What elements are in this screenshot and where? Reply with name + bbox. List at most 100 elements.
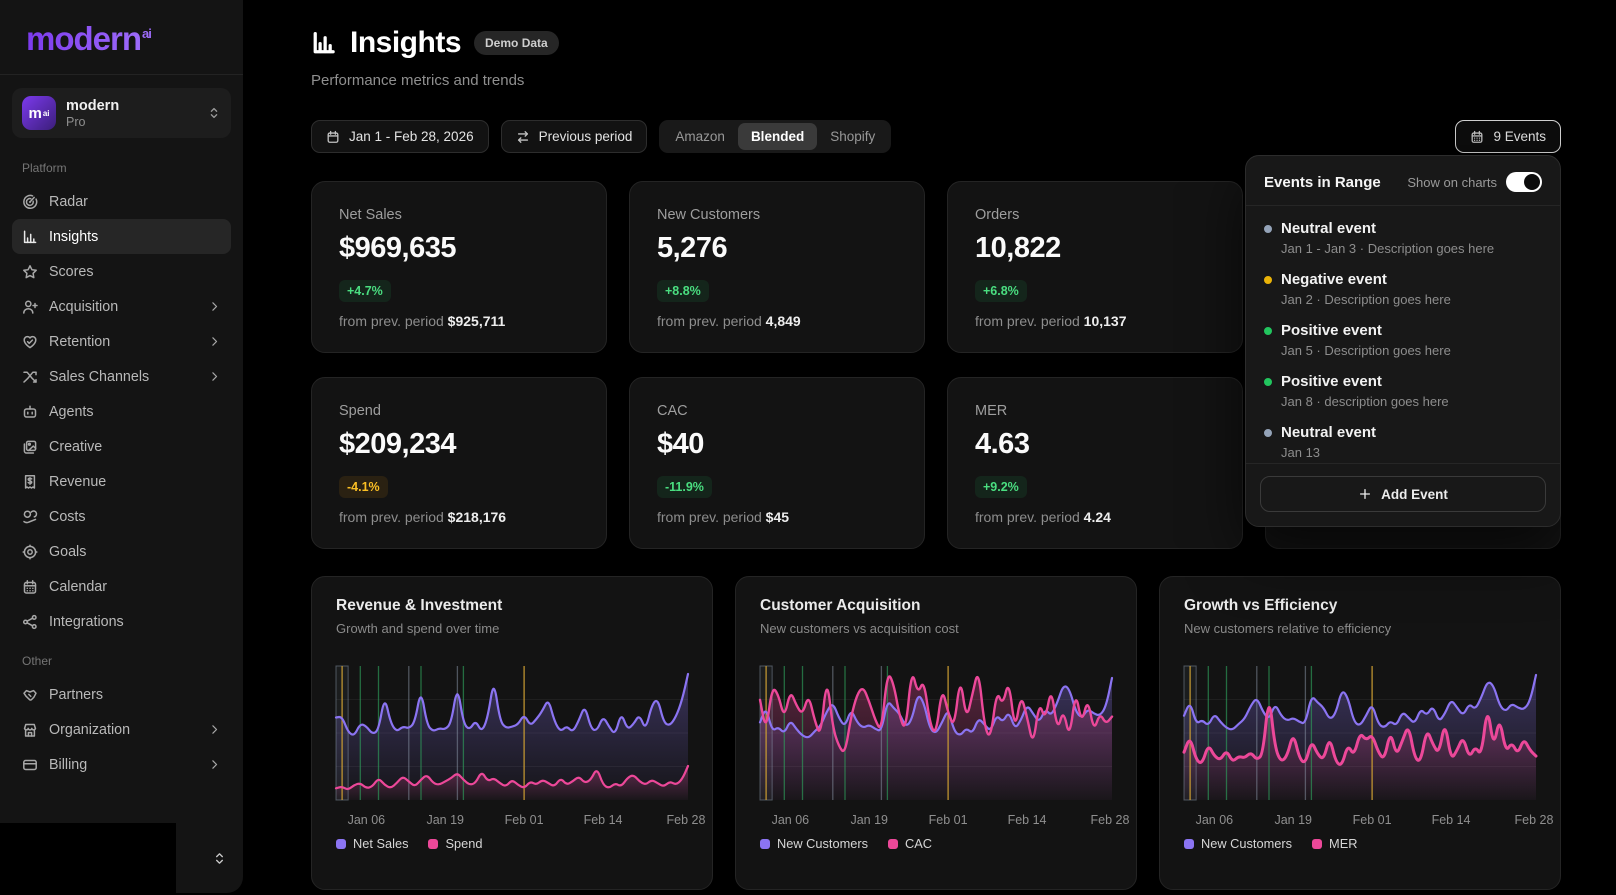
sidebar-item-label: Scores: [49, 264, 94, 280]
sidebar-item-acquisition[interactable]: Acquisition: [12, 289, 231, 324]
sidebar-item-label: Creative: [49, 439, 102, 455]
line-chart: Jan 06Jan 19Feb 01Feb 14Feb 28: [760, 666, 1112, 834]
svg-text:Feb 01: Feb 01: [929, 813, 968, 827]
legend-item-mer: MER: [1312, 836, 1357, 851]
sidebar-item-agents[interactable]: Agents: [12, 394, 231, 429]
kpi-label: CAC: [657, 403, 897, 419]
sidebar-item-scores[interactable]: Scores: [12, 254, 231, 289]
kpi-change-badge: -4.1%: [339, 476, 388, 498]
show-on-charts-label: Show on charts: [1407, 175, 1497, 190]
sidebar-item-radar[interactable]: Radar: [12, 184, 231, 219]
kpi-card-orders: Orders10,822+6.8%from prev. period 10,13…: [947, 181, 1243, 353]
kpi-previous-period: from prev. period 10,137: [975, 313, 1215, 329]
user-plus-icon: [22, 299, 38, 315]
events-button-label: 9 Events: [1493, 129, 1546, 144]
event-item-positive[interactable]: Positive eventJan 8 · description goes h…: [1264, 373, 1542, 409]
add-event-button[interactable]: Add Event: [1260, 476, 1546, 512]
charts-grid: Revenue & InvestmentGrowth and spend ove…: [311, 576, 1561, 890]
star-icon: [22, 264, 38, 280]
compare-period-button[interactable]: Previous period: [501, 120, 648, 153]
sidebar-item-label: Radar: [49, 194, 88, 210]
sidebar-item-billing[interactable]: Billing: [12, 747, 231, 782]
workspace-selector[interactable]: mai modern Pro: [12, 88, 231, 138]
events-list[interactable]: Neutral eventJan 1 - Jan 3 · Description…: [1246, 206, 1560, 463]
receipt-icon: [22, 474, 38, 490]
sidebar-collapse-button[interactable]: [212, 851, 227, 869]
event-title: Positive event: [1281, 373, 1382, 390]
event-meta: Jan 13: [1281, 445, 1542, 460]
chart-subtitle: Growth and spend over time: [336, 621, 688, 636]
kpi-value: 4.63: [975, 428, 1215, 461]
chevron-right-icon: [208, 758, 221, 771]
svg-text:Jan 06: Jan 06: [348, 813, 386, 827]
kpi-label: Orders: [975, 207, 1215, 223]
segment-amazon[interactable]: Amazon: [662, 123, 738, 150]
event-item-negative[interactable]: Negative eventJan 2 · Description goes h…: [1264, 271, 1542, 307]
events-panel: Events in Range Show on charts Neutral e…: [1245, 155, 1561, 527]
kpi-card-net-sales: Net Sales$969,635+4.7%from prev. period …: [311, 181, 607, 353]
kpi-change-badge: +6.8%: [975, 280, 1027, 302]
workspace-meta: modern Pro: [66, 98, 197, 129]
sidebar-item-sales-channels[interactable]: Sales Channels: [12, 359, 231, 394]
chart-subtitle: New customers vs acquisition cost: [760, 621, 1112, 636]
brand-logo-sup: ai: [142, 26, 151, 41]
sidebar-item-label: Costs: [49, 509, 86, 525]
kpi-previous-period: from prev. period $45: [657, 509, 897, 525]
sidebar-item-label: Partners: [49, 687, 103, 703]
event-meta: Jan 5 · Description goes here: [1281, 343, 1542, 358]
sidebar-item-costs[interactable]: Costs: [12, 499, 231, 534]
sidebar-item-partners[interactable]: Partners: [12, 677, 231, 712]
sidebar-item-calendar[interactable]: Calendar: [12, 569, 231, 604]
sidebar-item-label: Insights: [49, 229, 98, 245]
event-item-neutral[interactable]: Neutral eventJan 13: [1264, 424, 1542, 460]
calendar-icon: [22, 579, 38, 595]
kpi-label: MER: [975, 403, 1215, 419]
date-range-button[interactable]: Jan 1 - Feb 28, 2026: [311, 120, 489, 153]
sidebar-item-label: Retention: [49, 334, 110, 350]
segment-shopify[interactable]: Shopify: [817, 123, 888, 150]
sidebar-item-revenue[interactable]: Revenue: [12, 464, 231, 499]
event-item-positive[interactable]: Positive event Jan 5 · Description goes h…: [1264, 322, 1542, 358]
kpi-label: New Customers: [657, 207, 897, 223]
legend-swatch: [1184, 839, 1194, 849]
kpi-card-new-customers: New Customers5,276+8.8%from prev. period…: [629, 181, 925, 353]
sidebar-divider: [0, 74, 243, 75]
sidebar-item-creative[interactable]: Creative: [12, 429, 231, 464]
event-title: Positive event: [1281, 322, 1382, 339]
images-icon: [22, 439, 38, 455]
svg-text:Jan 19: Jan 19: [426, 813, 464, 827]
sidebar-item-insights[interactable]: Insights: [12, 219, 231, 254]
sidebar-item-retention[interactable]: Retention: [12, 324, 231, 359]
legend-label: New Customers: [1201, 836, 1292, 851]
sidebar-item-goals[interactable]: Goals: [12, 534, 231, 569]
events-button[interactable]: 9 Events: [1455, 120, 1561, 153]
chevron-right-icon: [208, 300, 221, 313]
bar-chart-icon: [311, 30, 337, 56]
compare-period-label: Previous period: [539, 129, 633, 144]
show-on-charts-toggle[interactable]: [1506, 172, 1542, 192]
kpi-value: $40: [657, 428, 897, 461]
sidebar-item-label: Organization: [49, 722, 130, 738]
chart-legend: New Customers MER: [1184, 836, 1536, 851]
sidebar-cutout: [0, 823, 176, 893]
calendar-icon: [1470, 130, 1484, 144]
chart-card-revenue-investment: Revenue & InvestmentGrowth and spend ove…: [311, 576, 713, 890]
sidebar-item-integrations[interactable]: Integrations: [12, 604, 231, 639]
sidebar-item-organization[interactable]: Organization: [12, 712, 231, 747]
heart-icon: [22, 334, 38, 350]
legend-swatch: [760, 839, 770, 849]
svg-text:Jan 06: Jan 06: [1196, 813, 1234, 827]
legend-swatch: [428, 839, 438, 849]
segment-blended[interactable]: Blended: [738, 123, 817, 150]
bot-icon: [22, 404, 38, 420]
kpi-previous-period: from prev. period $218,176: [339, 509, 579, 525]
event-item-neutral[interactable]: Neutral eventJan 1 - Jan 3 · Description…: [1264, 220, 1542, 256]
chevron-right-icon: [208, 335, 221, 348]
legend-item-net-sales: Net Sales: [336, 836, 408, 851]
channel-segmented-control: AmazonBlendedShopify: [659, 120, 891, 153]
workspace-avatar-sup: ai: [43, 109, 50, 118]
svg-text:Feb 14: Feb 14: [584, 813, 623, 827]
date-range-label: Jan 1 - Feb 28, 2026: [349, 129, 474, 144]
sidebar-section-other: Other: [22, 654, 221, 668]
sidebar-item-label: Billing: [49, 757, 87, 773]
